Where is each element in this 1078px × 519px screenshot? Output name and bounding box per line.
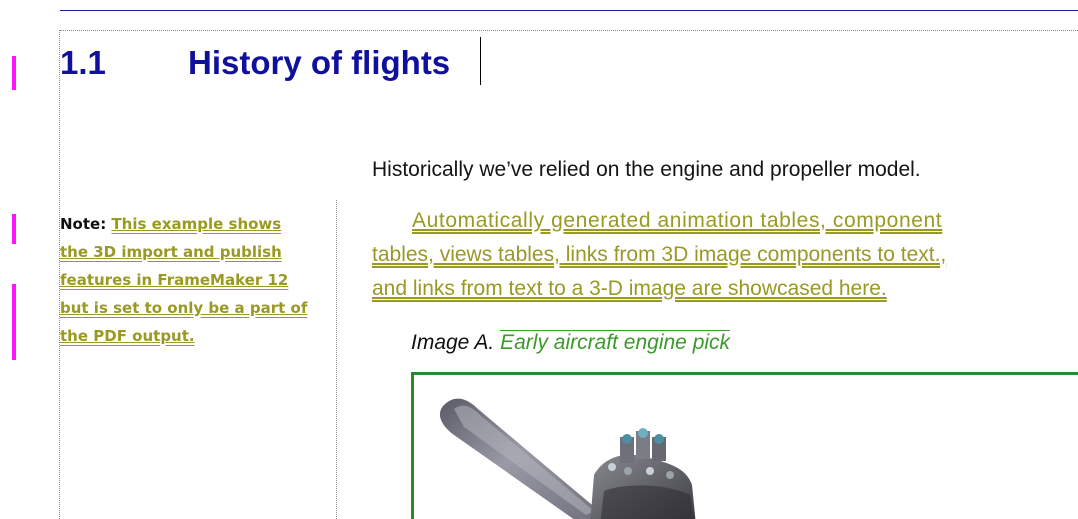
note-text[interactable]: features in FrameMaker 12 — [60, 271, 288, 289]
hyperlinked-paragraph[interactable]: Automatically generated animation tables… — [372, 204, 1078, 306]
paragraph-line-text[interactable]: Automatically generated animation tables… — [412, 209, 942, 232]
intro-paragraph[interactable]: Historically we’ve relied on the engine … — [372, 158, 921, 182]
note-label: Note: — [60, 215, 107, 233]
engine-detail — [608, 463, 616, 471]
change-bar — [12, 56, 16, 90]
paragraph-line: and links from text to a 3-D image are s… — [372, 272, 1078, 306]
note-line: features in FrameMaker 12 — [60, 266, 336, 294]
change-bar — [12, 214, 16, 244]
note-line: the 3D import and publish — [60, 238, 336, 266]
engine-detail — [638, 428, 648, 438]
note-text[interactable]: the PDF output. — [60, 327, 195, 345]
figure-caption[interactable]: Image A. Early aircraft engine pick — [411, 330, 731, 355]
paragraph-line: Automatically generated animation tables… — [372, 204, 1078, 238]
engine-detail — [654, 434, 664, 444]
note-text[interactable]: This example shows — [111, 215, 281, 233]
engine-detail — [624, 467, 632, 475]
engine-detail — [622, 434, 632, 444]
document-page: 1.1 History of flights Historically we’v… — [0, 0, 1078, 519]
propeller-engine-3d-image[interactable] — [414, 375, 1078, 519]
change-bar — [12, 284, 16, 360]
note-line: but is set to only be a part of — [60, 294, 336, 322]
figure-image-frame[interactable] — [411, 372, 1078, 519]
engine-detail — [646, 467, 654, 475]
engine-detail — [666, 471, 674, 479]
text-insertion-cursor — [480, 37, 481, 85]
caption-text[interactable]: Early aircraft engine pick — [500, 330, 731, 354]
paragraph-line-text[interactable]: and links from text to a 3-D image are s… — [372, 277, 887, 300]
top-rule — [60, 10, 1078, 11]
paragraph-line: tables, views tables, links from 3D imag… — [372, 238, 1078, 272]
side-note[interactable]: Note: This example shows the 3D import a… — [60, 210, 336, 350]
note-text[interactable]: the 3D import and publish — [60, 243, 282, 261]
heading-frame-top — [60, 30, 1078, 31]
section-number: 1.1 — [60, 44, 106, 81]
caption-label: Image A. — [411, 331, 495, 354]
note-line: Note: This example shows — [60, 210, 336, 238]
note-line: the PDF output. — [60, 322, 336, 350]
propeller-blade-highlight — [454, 405, 594, 515]
sidehead-frame-right-edge — [336, 200, 337, 519]
paragraph-line-text[interactable]: tables, views tables, links from 3D imag… — [372, 243, 946, 266]
note-text[interactable]: but is set to only be a part of — [60, 299, 307, 317]
section-title: History of flights — [188, 44, 451, 81]
